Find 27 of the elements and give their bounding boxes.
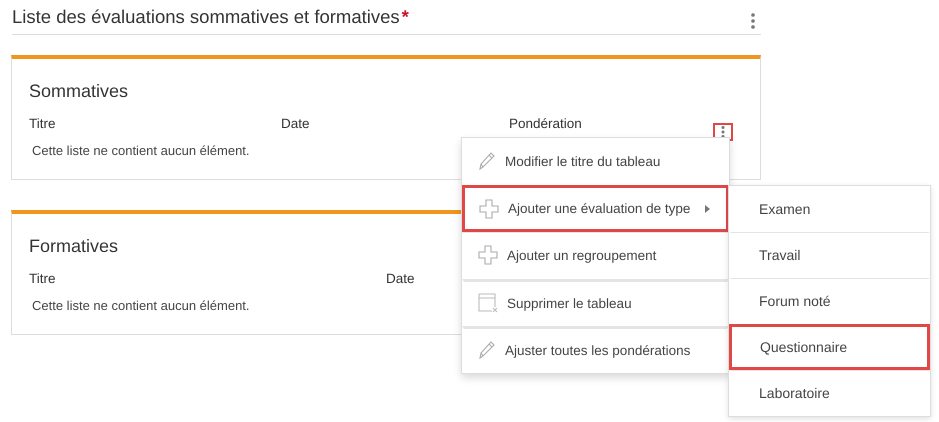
section-title: Formatives [29,236,118,257]
column-header: Date [281,116,311,131]
more-options-icon [751,13,755,29]
empty-message: Cette liste ne contient aucun élément. [31,143,250,158]
page-title: Liste des évaluations sommatives et formatives* [12,6,409,28]
menu-item[interactable]: Modifier le titre du tableau [462,138,729,185]
column-header: Date [386,271,416,286]
pencil-icon [478,151,496,171]
menu-item[interactable]: Ajouter un regroupement [462,232,729,279]
submenu-item[interactable]: Travail [729,232,930,278]
empty-message: Cette liste ne contient aucun élément. [31,298,250,313]
column-header: Pondération [509,116,583,131]
menu-item[interactable]: Ajuster toutes les pondérations [462,326,729,373]
table-delete-icon [478,293,498,313]
submenu-item[interactable]: Forum noté [729,278,930,324]
plus-icon [478,245,498,265]
more-options-icon [721,126,725,138]
submenu-item[interactable]: Laboratoire [729,370,930,416]
section-title: Sommatives [29,81,128,102]
column-header: Titre [29,116,56,131]
submenu-item[interactable]: Examen [729,186,930,232]
menu-item[interactable]: Supprimer le tableau [462,279,729,326]
column-header: Titre [29,271,56,286]
menu-item[interactable]: Ajouter une évaluation de type [462,185,729,232]
submenu-item[interactable]: Questionnaire [729,324,930,370]
plus-icon [479,198,499,218]
pencil-icon [478,340,496,360]
